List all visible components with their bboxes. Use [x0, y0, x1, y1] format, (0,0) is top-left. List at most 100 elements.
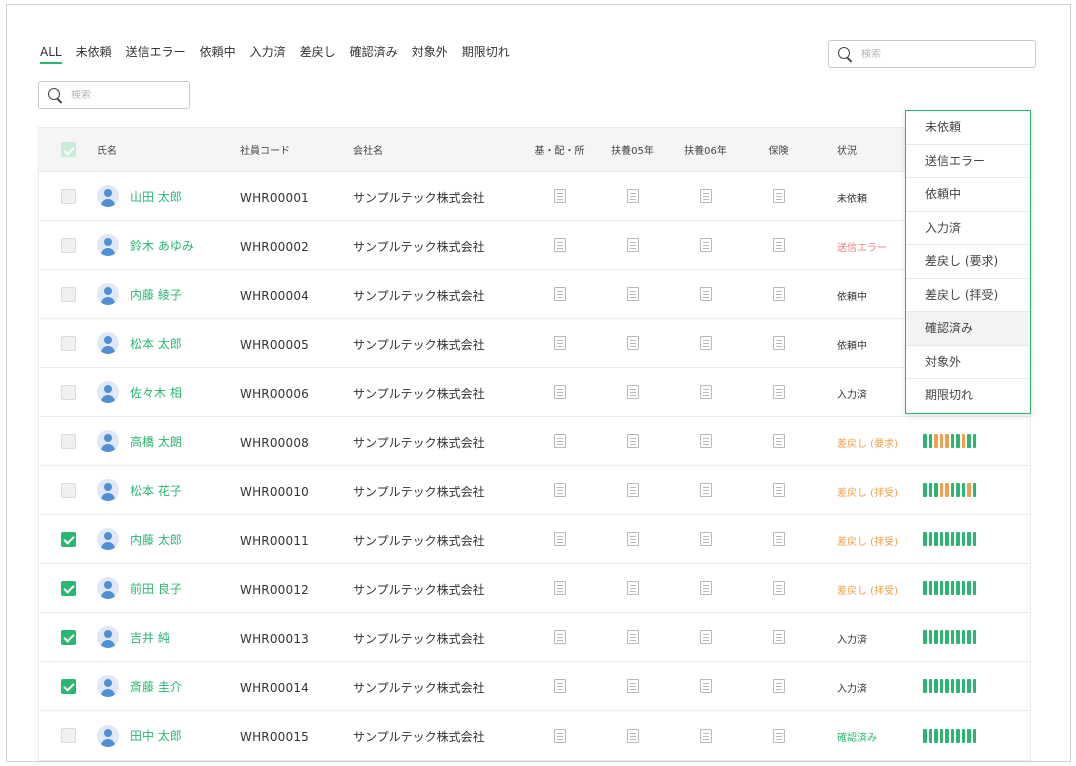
document-icon[interactable] [626, 679, 639, 693]
document-icon[interactable] [699, 679, 712, 693]
document-icon[interactable] [699, 483, 712, 497]
employee-name-link[interactable]: 松本 花子 [130, 482, 182, 499]
document-icon[interactable] [626, 434, 639, 448]
document-icon[interactable] [626, 581, 639, 595]
tab-1[interactable]: 未依頼 [76, 44, 112, 62]
document-icon[interactable] [699, 630, 712, 644]
table-row[interactable]: 佐々木 相 WHR00006 サンプルテック株式会社 入力済 [39, 368, 1030, 417]
document-icon[interactable] [553, 532, 566, 546]
document-icon[interactable] [553, 238, 566, 252]
tab-0[interactable]: ALL [40, 44, 62, 64]
table-row[interactable]: 高橋 太朗 WHR00008 サンプルテック株式会社 差戻し (要求) [39, 417, 1030, 466]
document-icon[interactable] [699, 434, 712, 448]
document-icon[interactable] [772, 238, 785, 252]
document-icon[interactable] [553, 581, 566, 595]
document-icon[interactable] [772, 287, 785, 301]
status-option[interactable]: 確認済み [906, 312, 1030, 346]
row-checkbox[interactable] [60, 433, 76, 449]
status-option[interactable]: 対象外 [906, 346, 1030, 379]
table-row[interactable]: 内藤 太郎 WHR00011 サンプルテック株式会社 差戻し (拝受) [39, 515, 1030, 564]
table-row[interactable]: 吉井 純 WHR00013 サンプルテック株式会社 入力済 [39, 613, 1030, 662]
table-row[interactable]: 斎藤 圭介 WHR00014 サンプルテック株式会社 入力済 [39, 662, 1030, 711]
document-icon[interactable] [772, 581, 785, 595]
document-icon[interactable] [626, 532, 639, 546]
search-box-left[interactable] [38, 81, 190, 109]
status-option[interactable]: 差戻し (拝受) [906, 279, 1030, 312]
table-row[interactable]: 田中 太郎 WHR00015 サンプルテック株式会社 確認済み [39, 711, 1030, 760]
document-icon[interactable] [626, 336, 639, 350]
row-checkbox[interactable] [60, 629, 76, 645]
row-checkbox[interactable] [60, 678, 76, 694]
table-row[interactable]: 松本 太郎 WHR00005 サンプルテック株式会社 依頼中 [39, 319, 1030, 368]
employee-name-link[interactable]: 鈴木 あゆみ [130, 237, 194, 254]
row-checkbox[interactable] [60, 580, 76, 596]
table-row[interactable]: 山田 太郎 WHR00001 サンプルテック株式会社 未依頼 [39, 172, 1030, 221]
row-checkbox[interactable] [60, 188, 76, 204]
row-checkbox[interactable] [60, 286, 76, 302]
document-icon[interactable] [699, 336, 712, 350]
tab-5[interactable]: 差戻し [300, 44, 336, 62]
row-checkbox[interactable] [60, 335, 76, 351]
document-icon[interactable] [699, 189, 712, 203]
document-icon[interactable] [626, 483, 639, 497]
document-icon[interactable] [772, 434, 785, 448]
document-icon[interactable] [553, 385, 566, 399]
employee-name-link[interactable]: 斎藤 圭介 [130, 678, 182, 695]
document-icon[interactable] [772, 679, 785, 693]
employee-name-link[interactable]: 内藤 太郎 [130, 531, 182, 548]
document-icon[interactable] [772, 630, 785, 644]
document-icon[interactable] [772, 532, 785, 546]
document-icon[interactable] [626, 238, 639, 252]
status-option[interactable]: 入力済 [906, 212, 1030, 245]
table-row[interactable]: 鈴木 あゆみ WHR00002 サンプルテック株式会社 送信エラー [39, 221, 1030, 270]
document-icon[interactable] [553, 630, 566, 644]
table-row[interactable]: 内藤 綾子 WHR00004 サンプルテック株式会社 依頼中 [39, 270, 1030, 319]
document-icon[interactable] [699, 581, 712, 595]
document-icon[interactable] [553, 483, 566, 497]
document-icon[interactable] [626, 189, 639, 203]
document-icon[interactable] [699, 728, 712, 743]
document-icon[interactable] [626, 385, 639, 399]
document-icon[interactable] [626, 287, 639, 301]
table-row[interactable]: 松本 花子 WHR00010 サンプルテック株式会社 差戻し (拝受) [39, 466, 1030, 515]
document-icon[interactable] [626, 728, 639, 743]
tab-2[interactable]: 送信エラー [126, 44, 186, 62]
row-checkbox[interactable] [60, 482, 76, 498]
select-all-checkbox[interactable] [60, 142, 76, 157]
status-option[interactable]: 未依頼 [906, 111, 1030, 145]
document-icon[interactable] [772, 385, 785, 399]
employee-name-link[interactable]: 山田 太郎 [130, 188, 182, 205]
document-icon[interactable] [553, 728, 566, 743]
tab-4[interactable]: 入力済 [250, 44, 286, 62]
employee-name-link[interactable]: 吉井 純 [130, 629, 170, 646]
employee-name-link[interactable]: 内藤 綾子 [130, 286, 182, 303]
status-option[interactable]: 送信エラー [906, 145, 1030, 178]
document-icon[interactable] [553, 679, 566, 693]
status-option[interactable]: 期限切れ [906, 379, 1030, 413]
employee-name-link[interactable]: 佐々木 相 [130, 384, 182, 401]
document-icon[interactable] [772, 728, 785, 743]
search-input-left[interactable] [71, 89, 171, 101]
document-icon[interactable] [553, 434, 566, 448]
document-icon[interactable] [699, 532, 712, 546]
tab-3[interactable]: 依頼中 [200, 44, 236, 62]
row-checkbox[interactable] [60, 728, 76, 743]
employee-name-link[interactable]: 田中 太郎 [130, 727, 182, 744]
document-icon[interactable] [553, 189, 566, 203]
search-box-top[interactable] [828, 40, 1036, 68]
tab-8[interactable]: 期限切れ [462, 44, 510, 62]
row-checkbox[interactable] [60, 384, 76, 400]
document-icon[interactable] [626, 630, 639, 644]
table-row[interactable]: 前田 良子 WHR00012 サンプルテック株式会社 差戻し (拝受) [39, 564, 1030, 613]
row-checkbox[interactable] [60, 531, 76, 547]
document-icon[interactable] [772, 336, 785, 350]
search-input-top[interactable] [861, 48, 961, 60]
employee-name-link[interactable]: 前田 良子 [130, 580, 182, 597]
document-icon[interactable] [772, 483, 785, 497]
document-icon[interactable] [699, 238, 712, 252]
document-icon[interactable] [553, 287, 566, 301]
document-icon[interactable] [772, 189, 785, 203]
status-option[interactable]: 依頼中 [906, 178, 1030, 212]
status-option[interactable]: 差戻し (要求) [906, 245, 1030, 279]
row-checkbox[interactable] [60, 237, 76, 253]
